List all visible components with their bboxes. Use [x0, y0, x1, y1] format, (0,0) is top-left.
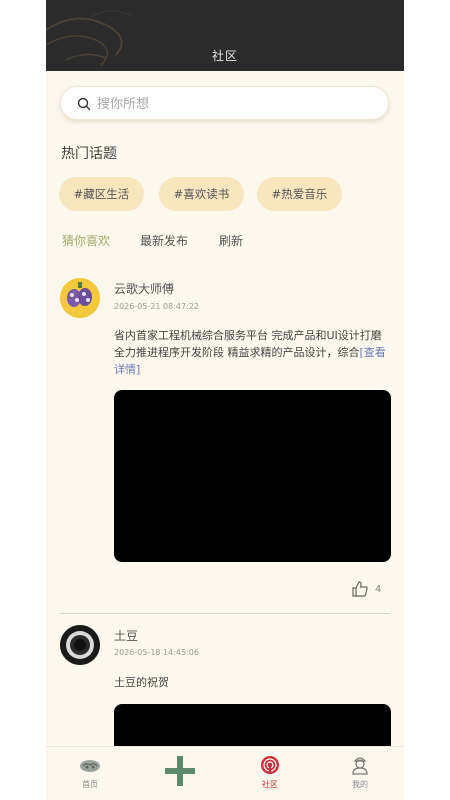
post-divider [60, 613, 390, 614]
post-author[interactable]: 云歌大师傅 [114, 280, 174, 297]
tab-home-label: 首页 [82, 780, 98, 789]
post-author[interactable]: 土豆 [114, 627, 138, 644]
post-content-text: 省内首家工程机械综合服务平台 完成产品和UI设计打磨 全力推进程序开发阶段 精益… [114, 329, 382, 359]
avatar-image [60, 625, 100, 665]
tab-publish[interactable] [150, 747, 210, 800]
hot-topics-title: 热门话题 [61, 146, 117, 162]
tab-profile-label: 我的 [352, 780, 368, 789]
search-input[interactable] [97, 93, 367, 115]
page-title: 社区 [211, 49, 238, 63]
like-button[interactable]: 4 [351, 580, 381, 598]
profile-icon [352, 757, 368, 775]
post-time: 2026-05-21 08:47:22 [114, 302, 199, 311]
tab-home[interactable]: 首页 [60, 747, 120, 800]
post-content: 土豆的祝贺 [114, 676, 169, 689]
community-screen: 社区 热门话题 #藏区生活 #喜欢读书 #热爱音乐 猜你喜欢 最新发布 刷新 [46, 0, 404, 800]
home-cloud-icon [80, 760, 100, 772]
post-item[interactable]: 土豆 2026-05-18 14:45:06 土豆的祝贺 [46, 615, 404, 764]
bottom-tab-bar: 首页 社区 我的 [46, 746, 404, 800]
thumbs-up-icon [352, 581, 368, 597]
avatar[interactable] [60, 625, 100, 665]
plus-icon [165, 756, 195, 786]
post-time: 2026-05-18 14:45:06 [114, 648, 199, 657]
post-item[interactable]: 云歌大师傅 2026-05-21 08:47:22 省内首家工程机械综合服务平台… [46, 270, 404, 615]
tab-latest[interactable]: 最新发布 [140, 232, 188, 249]
avatar[interactable] [60, 278, 100, 318]
header: 社区 [46, 0, 404, 71]
tab-recommended[interactable]: 猜你喜欢 [62, 232, 110, 249]
post-media[interactable] [114, 390, 391, 562]
hot-topics-list: #藏区生活 #喜欢读书 #热爱音乐 [59, 177, 399, 213]
search-bar[interactable] [60, 86, 389, 120]
tab-community[interactable]: 社区 [240, 747, 300, 800]
community-icon [261, 756, 279, 774]
search-icon [77, 97, 91, 111]
tab-profile[interactable]: 我的 [330, 747, 390, 800]
tab-refresh[interactable]: 刷新 [219, 232, 243, 249]
feed-tabs: 猜你喜欢 最新发布 刷新 [62, 232, 362, 252]
post-content: 省内首家工程机械综合服务平台 完成产品和UI设计打磨 全力推进程序开发阶段 精益… [114, 327, 392, 378]
avatar-image [60, 278, 100, 318]
like-count: 4 [375, 583, 382, 595]
topic-chip[interactable]: #藏区生活 [59, 177, 144, 211]
tab-community-label: 社区 [262, 780, 278, 789]
topic-chip[interactable]: #喜欢读书 [159, 177, 244, 211]
topic-chip[interactable]: #热爱音乐 [257, 177, 342, 211]
